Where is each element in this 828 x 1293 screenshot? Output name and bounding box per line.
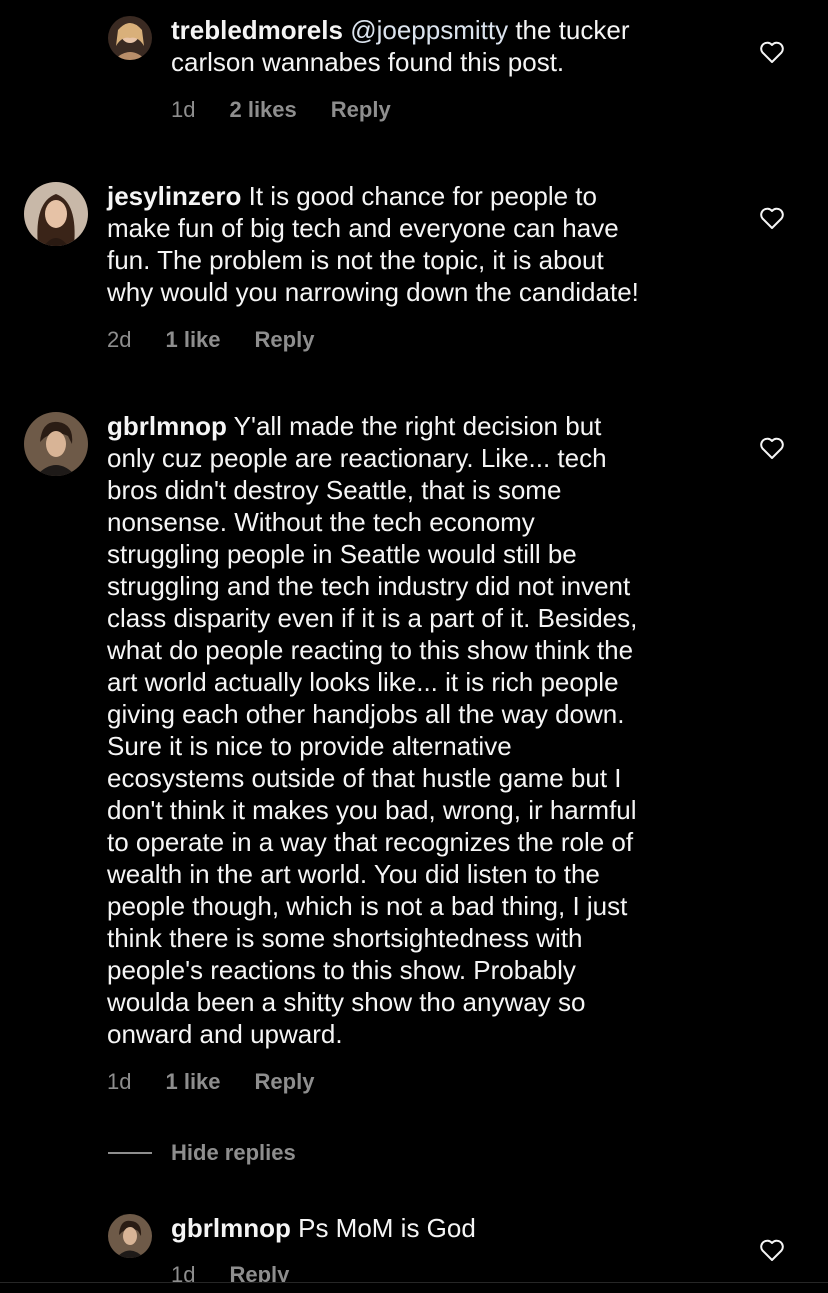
likes-count[interactable]: 1 like [165,327,220,353]
comment-body-line: wealth in the art world. You did listen … [107,859,600,889]
username[interactable]: trebledmorels [171,15,343,45]
comment-body-line: Y'all made the right decision but [233,411,602,441]
comment-meta: 1d Reply [171,1262,289,1282]
timestamp: 1d [107,1069,132,1094]
comment-body-line: art world actually looks like... it is r… [107,667,619,697]
username[interactable]: gbrlmnop [107,411,227,441]
comment-body-line: what do people reacting to this show thi… [107,635,634,665]
divider-line [108,1152,152,1154]
heart-outline-icon[interactable] [759,436,785,460]
reply-button[interactable]: Reply [331,97,391,123]
comment-body: the tucker [515,15,630,45]
comment-body-line: people though, which is not a bad thing,… [107,891,628,921]
heart-outline-icon[interactable] [759,206,785,230]
comment-body-line: ecosystems outside of that hustle game b… [107,763,622,793]
comment-body-line: class disparity even if it is a part of … [107,603,638,633]
avatar-image-icon [108,16,152,60]
timestamp: 1d [171,1262,196,1282]
heart-outline-icon[interactable] [759,40,785,64]
heart-outline-icon[interactable] [759,1238,785,1262]
avatar[interactable] [108,16,152,60]
avatar[interactable] [24,182,88,246]
reply-button[interactable]: Reply [255,327,315,353]
reply-comment-gbrlmnop: gbrlmnop Ps MoM is God 1d Reply [0,1200,828,1282]
reply-comment-trebledmorels: trebledmorels @joeppsmitty the tucker ca… [0,0,828,140]
avatar-image-icon [24,182,88,246]
reply-button[interactable]: Reply [255,1069,315,1095]
comment-meta: 1d 1 like Reply [107,1069,314,1095]
username[interactable]: gbrlmnop [171,1213,291,1243]
likes-count[interactable]: 1 like [165,1069,220,1095]
comment-body-line: giving each other handjobs all the way d… [107,699,625,729]
comment-meta: 2d 1 like Reply [107,327,314,353]
comment-gbrlmnop: gbrlmnop Y'all made the right decision b… [0,400,828,1110]
comment-body-line: bros didn't destroy Seattle, that is som… [107,475,562,505]
comment-text: gbrlmnop Y'all made the right decision b… [107,410,747,1050]
avatar-image-icon [108,1214,152,1258]
comment-text: gbrlmnop Ps MoM is God [171,1212,751,1244]
username[interactable]: jesylinzero [107,181,241,211]
comment-body-line: people's reactions to this show. Probabl… [107,955,576,985]
hide-replies-label: Hide replies [171,1140,296,1165]
comment-body-line: think there is some shortsightedness wit… [107,923,583,953]
comment-body-line: woulda been a shitty show tho anyway so [107,987,586,1017]
timestamp: 2d [107,327,132,352]
mention-link[interactable]: @joeppsmitty [350,15,508,45]
avatar-image-icon [24,412,88,476]
likes-count[interactable]: 2 likes [229,97,296,123]
comment-body-line: It is good chance for people to [248,181,597,211]
avatar[interactable] [108,1214,152,1258]
comment-body-line: fun. The problem is not the topic, it is… [107,245,604,275]
hide-replies-button[interactable]: Hide replies [108,1140,296,1166]
comment-text: trebledmorels @joeppsmitty the tucker ca… [171,14,751,78]
comment-body-line: struggling and the tech industry did not… [107,571,631,601]
comment-body-line: why would you narrowing down the candida… [107,277,639,307]
comment-body-line: to operate in a way that recognizes the … [107,827,634,857]
comment-meta: 1d 2 likes Reply [171,97,391,123]
comment-body: Ps MoM is God [298,1213,476,1243]
avatar[interactable] [24,412,88,476]
bottom-divider [0,1282,828,1293]
comment-body-line: nonsense. Without the tech economy [107,507,535,537]
timestamp: 1d [171,97,196,122]
comment-text: jesylinzero It is good chance for people… [107,180,747,308]
comment-body-line: onward and upward. [107,1019,343,1049]
comment-body-line: carlson wannabes found this post. [171,47,565,77]
comment-body-line: struggling people in Seattle would still… [107,539,577,569]
comment-body-line: only cuz people are reactionary. Like...… [107,443,607,473]
comment-body-line: make fun of big tech and everyone can ha… [107,213,619,243]
comment-jesylinzero: jesylinzero It is good chance for people… [0,170,828,370]
reply-button[interactable]: Reply [229,1262,289,1282]
comment-body-line: don't think it makes you bad, wrong, ir … [107,795,637,825]
comment-body-line: Sure it is nice to provide alternative [107,731,512,761]
